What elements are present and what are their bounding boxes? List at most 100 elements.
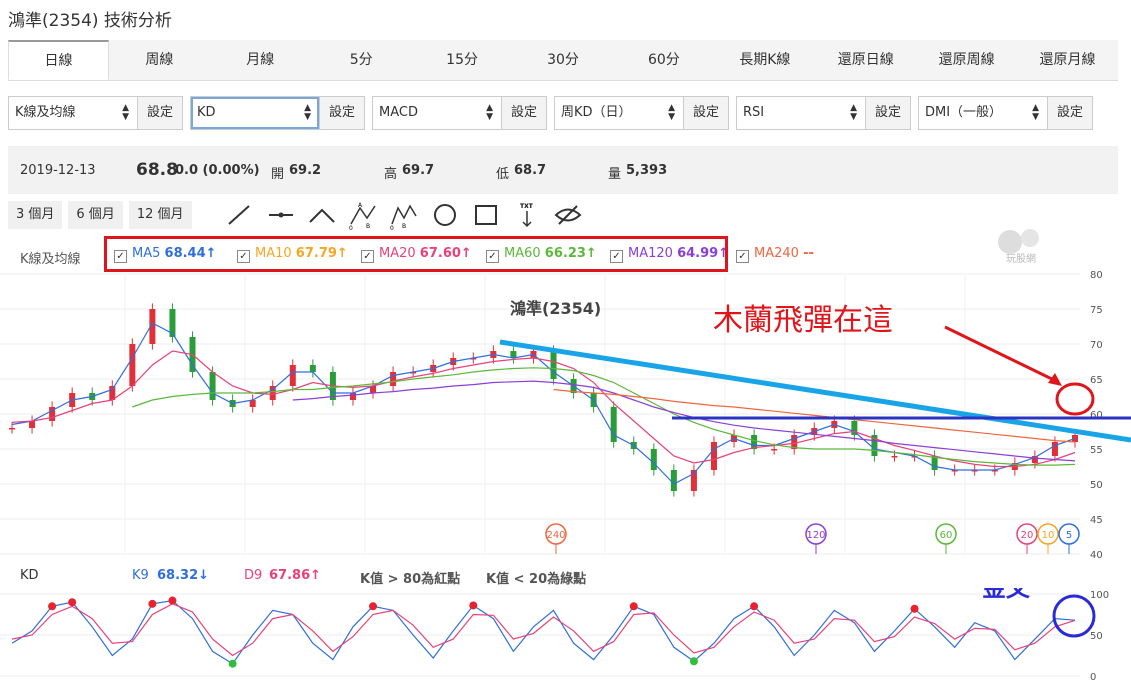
horizontal-line-icon[interactable] bbox=[266, 200, 296, 230]
tab-8[interactable]: 還原日線 bbox=[815, 40, 916, 80]
quote-date: 2019-12-13 bbox=[20, 163, 96, 178]
candle-body bbox=[550, 351, 557, 379]
range-12m-button[interactable]: 12 個月 bbox=[128, 201, 192, 229]
y-tick-label: 80 bbox=[1090, 270, 1103, 281]
svg-text:TXT: TXT bbox=[520, 203, 534, 210]
settings-button-3[interactable]: 設定 bbox=[683, 97, 728, 129]
ma-marker-label: 5 bbox=[1066, 530, 1072, 541]
selector-group-1: KD ▲ ▼ 設定 bbox=[190, 96, 365, 130]
kd-red-dot bbox=[750, 602, 759, 611]
high-value: 69.7 bbox=[402, 163, 435, 178]
select-arrow-icon: ▲ ▼ bbox=[1032, 103, 1039, 122]
abc-pattern-icon[interactable]: 0 B A bbox=[348, 200, 378, 230]
candle-body bbox=[29, 421, 36, 428]
angle-line-icon[interactable] bbox=[307, 200, 337, 230]
ma-item-ma240[interactable]: ✓ MA240 -- bbox=[736, 246, 814, 263]
candle-body bbox=[390, 372, 397, 386]
ma-marker-label: 240 bbox=[546, 530, 565, 541]
tab-1[interactable]: 周線 bbox=[109, 40, 210, 80]
circle-tool-icon[interactable] bbox=[430, 200, 460, 230]
indicator-select-2[interactable]: MACD ▲ ▼ bbox=[373, 97, 501, 129]
trend-line bbox=[499, 339, 1131, 443]
high-label: 高 bbox=[384, 167, 398, 182]
low-label: 低 bbox=[496, 167, 510, 182]
watermark-logo: 玩股網 bbox=[992, 226, 1052, 266]
d-label: D9 bbox=[244, 568, 263, 583]
select-value: KD bbox=[197, 105, 216, 120]
kd-green-dot bbox=[228, 659, 237, 668]
kd-red-dot bbox=[629, 602, 638, 611]
tab-10[interactable]: 還原月線 bbox=[1017, 40, 1118, 80]
period-tabs: 日線 周線 月線 5分 15分 30分 60分 長期K線 還原日線 還原周線 還原月線 bbox=[8, 40, 1118, 81]
candle-body bbox=[9, 428, 15, 430]
indicator-select-0[interactable]: K線及均線 ▲ ▼ bbox=[9, 97, 137, 129]
y-tick-label: 70 bbox=[1090, 340, 1103, 351]
kd-y-tick-label: 100 bbox=[1090, 590, 1109, 601]
select-arrow-icon: ▲ ▼ bbox=[850, 103, 857, 122]
range-3m-button[interactable]: 3 個月 bbox=[8, 201, 63, 229]
tab-5[interactable]: 30分 bbox=[513, 40, 614, 80]
kd-red-dot bbox=[48, 602, 57, 611]
settings-button-1[interactable]: 設定 bbox=[319, 97, 364, 129]
settings-button-0[interactable]: 設定 bbox=[137, 97, 182, 129]
kd-label: KD bbox=[20, 568, 39, 583]
tab-3[interactable]: 5分 bbox=[311, 40, 412, 80]
tab-7[interactable]: 長期K線 bbox=[714, 40, 815, 80]
indicator-select-3[interactable]: 周KD（日） ▲ ▼ bbox=[555, 97, 683, 129]
y-tick-label: 40 bbox=[1090, 550, 1103, 560]
hide-icon[interactable] bbox=[553, 200, 583, 230]
open-label: 開 bbox=[271, 167, 285, 182]
candle-body bbox=[309, 365, 316, 372]
chart-title: 鴻準(2354) bbox=[510, 299, 601, 318]
svg-text:0: 0 bbox=[390, 225, 394, 230]
tab-4[interactable]: 15分 bbox=[412, 40, 513, 80]
line-tool-icon[interactable] bbox=[225, 200, 255, 230]
kd-annotation-text: 金叉 bbox=[981, 588, 1031, 602]
rectangle-tool-icon[interactable] bbox=[471, 200, 501, 230]
kd-annotation-circle bbox=[1052, 594, 1096, 638]
settings-button-4[interactable]: 設定 bbox=[865, 97, 910, 129]
y-tick-label: 55 bbox=[1090, 445, 1103, 456]
candle-body bbox=[510, 351, 517, 358]
indicator-select-5[interactable]: DMI（一般） ▲ ▼ bbox=[919, 97, 1047, 129]
k-value: 68.32↓ bbox=[157, 568, 210, 583]
candle-body bbox=[710, 442, 717, 470]
drawing-toolbar: 0BA 0B TXT bbox=[225, 200, 583, 230]
indicator-select-4[interactable]: RSI ▲ ▼ bbox=[737, 97, 865, 129]
kd-note-green: K值 < 20為綠點 bbox=[486, 572, 587, 587]
y-tick-label: 65 bbox=[1090, 375, 1103, 386]
kd-y-tick-label: 0 bbox=[1090, 672, 1096, 683]
range-6m-button[interactable]: 6 個月 bbox=[68, 201, 123, 229]
candle-body bbox=[771, 449, 778, 451]
kd-red-dot bbox=[469, 601, 478, 610]
kd-red-dot bbox=[168, 596, 177, 605]
kd-green-dot bbox=[689, 657, 698, 666]
page-title: 鴻準(2354) 技術分析 bbox=[8, 11, 172, 31]
quote-price: 68.8 bbox=[136, 160, 178, 180]
kd-chart: 0 50 100 金叉 bbox=[0, 588, 1109, 683]
settings-button-5[interactable]: 設定 bbox=[1047, 97, 1092, 129]
tab-2[interactable]: 月線 bbox=[210, 40, 311, 80]
select-value: DMI（一般） bbox=[925, 105, 1003, 120]
y-tick-label: 50 bbox=[1090, 480, 1103, 491]
candle-body bbox=[891, 456, 898, 458]
select-arrow-icon: ▲ ▼ bbox=[122, 103, 129, 122]
settings-button-2[interactable]: 設定 bbox=[501, 97, 546, 129]
candle-body bbox=[650, 449, 657, 470]
kd-note-red: K值 > 80為紅點 bbox=[360, 572, 461, 587]
candle-body bbox=[209, 372, 216, 400]
ma-marker-label: 60 bbox=[940, 530, 953, 541]
candle-body bbox=[349, 393, 356, 400]
indicator-select-1[interactable]: KD ▲ ▼ bbox=[191, 97, 319, 129]
open-value: 69.2 bbox=[289, 163, 322, 178]
selector-group-4: RSI ▲ ▼ 設定 bbox=[736, 96, 911, 130]
tab-6[interactable]: 60分 bbox=[613, 40, 714, 80]
tab-9[interactable]: 還原周線 bbox=[916, 40, 1017, 80]
ma-name: MA240 bbox=[754, 246, 799, 261]
k-label: K9 bbox=[132, 568, 149, 583]
select-value: RSI bbox=[743, 105, 765, 120]
abcd-pattern-icon[interactable]: 0B bbox=[389, 200, 419, 230]
select-value: K線及均線 bbox=[15, 105, 76, 120]
text-tool-icon[interactable]: TXT bbox=[512, 200, 542, 230]
tab-0[interactable]: 日線 bbox=[8, 40, 109, 80]
